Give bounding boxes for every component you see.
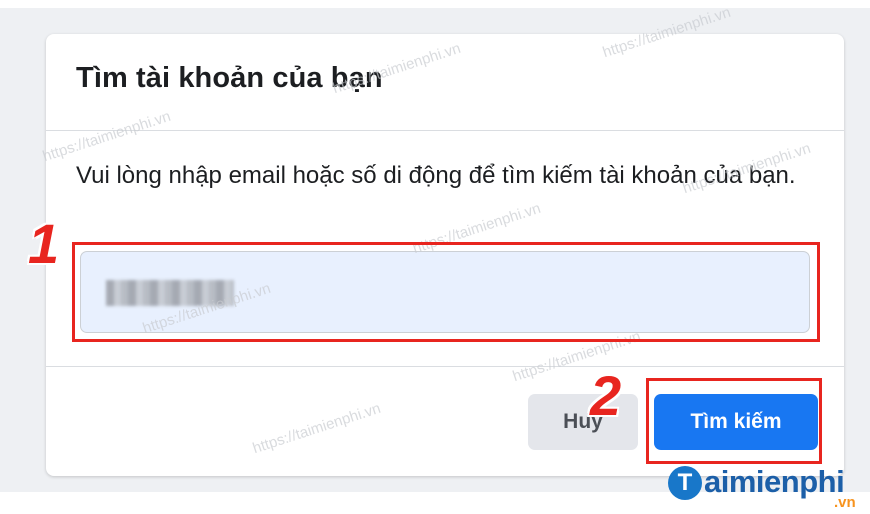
logo-suffix: .vn [834, 494, 856, 511]
cancel-button[interactable]: Huỷ [528, 394, 638, 450]
email-or-phone-input[interactable] [80, 251, 810, 333]
find-account-dialog: Tìm tài khoản của bạn Vui lòng nhập emai… [46, 34, 844, 476]
logo-text: aimienphi [704, 464, 845, 499]
top-strip [0, 0, 870, 8]
header-divider [46, 130, 844, 131]
step-number-1: 1 [28, 212, 60, 275]
taimienphi-logo: T aimienphi .vn [668, 464, 864, 511]
footer-divider [46, 366, 844, 367]
dialog-title: Tìm tài khoản của bạn [76, 62, 383, 94]
search-button[interactable]: Tìm kiếm [654, 394, 818, 450]
logo-circle-icon: T [668, 466, 702, 500]
step-number-2: 2 [590, 364, 622, 427]
dialog-description: Vui lòng nhập email hoặc số di động để t… [76, 162, 796, 189]
